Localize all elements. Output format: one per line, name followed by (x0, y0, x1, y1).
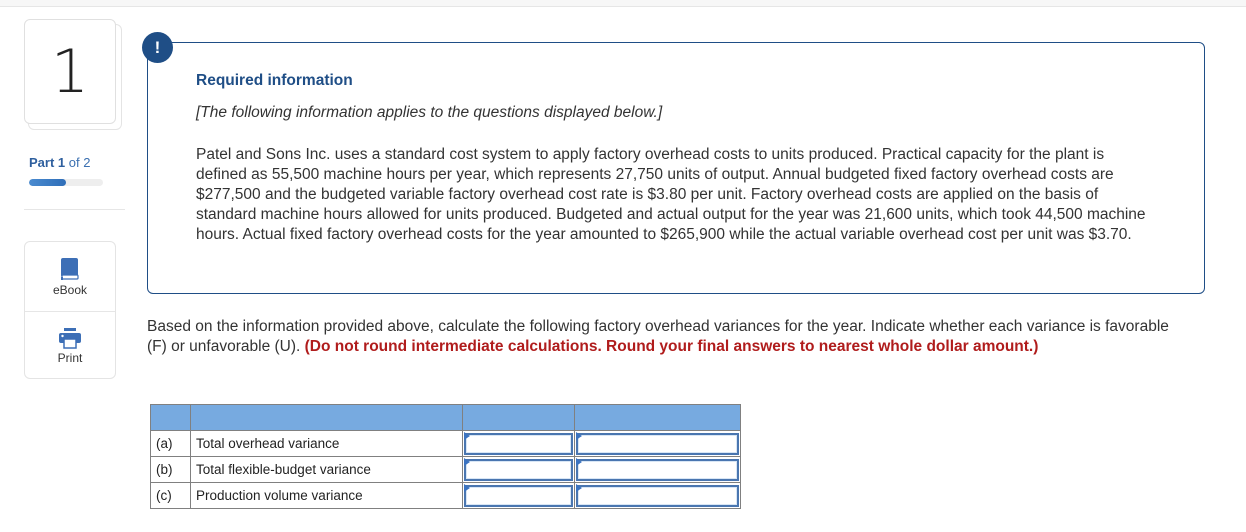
alert-icon: ! (142, 32, 173, 63)
ebook-button[interactable]: eBook (25, 242, 115, 311)
amount-input[interactable] (464, 432, 573, 455)
ebook-label: eBook (52, 282, 88, 297)
row-letter: (a) (150, 430, 191, 457)
table-header-row (150, 404, 741, 431)
input-flag-icon (464, 432, 470, 440)
header-cell (150, 404, 191, 431)
variance-type-select[interactable] (576, 432, 739, 455)
row-label: Total flexible-budget variance (190, 456, 463, 483)
table-row: (a) Total overhead variance (150, 430, 741, 457)
header-cell (574, 404, 741, 431)
header-cell (190, 404, 463, 431)
amount-input[interactable] (464, 458, 573, 481)
instructions-emphasis: (Do not round intermediate calculations.… (304, 338, 1039, 355)
question-number-card: 1 (24, 19, 122, 131)
answer-table: (a) Total overhead variance (b) Total fl… (150, 404, 741, 509)
table-row: (b) Total flexible-budget variance (150, 456, 741, 483)
top-bar (0, 0, 1246, 7)
row-label: Production volume variance (190, 482, 463, 509)
info-subtitle: [The following information applies to th… (196, 104, 663, 121)
question-number: 1 (24, 19, 116, 124)
input-flag-icon (464, 458, 470, 466)
part-progress-bar (29, 179, 103, 186)
part-indicator: Part 1 of 2 (29, 155, 90, 170)
input-flag-icon (464, 484, 470, 492)
part-of: of 2 (68, 155, 91, 170)
variance-type-select[interactable] (576, 458, 739, 481)
amount-input[interactable] (464, 484, 573, 507)
print-label: Print (57, 351, 83, 365)
divider (24, 209, 125, 210)
tools-panel: eBook Print (24, 241, 116, 379)
info-body: Patel and Sons Inc. uses a standard cost… (196, 146, 1146, 243)
input-flag-icon (576, 458, 582, 466)
part-current: 1 (57, 155, 66, 170)
input-flag-icon (576, 484, 582, 492)
header-cell (462, 404, 575, 431)
print-button[interactable]: Print (25, 311, 115, 380)
book-icon (60, 257, 80, 281)
part-progress-fill (29, 179, 66, 186)
row-letter: (b) (150, 456, 191, 483)
row-letter: (c) (150, 482, 191, 509)
variance-type-select[interactable] (576, 484, 739, 507)
row-label: Total overhead variance (190, 430, 463, 457)
printer-icon (58, 327, 82, 349)
table-row: (c) Production volume variance (150, 482, 741, 509)
part-label: Part (29, 155, 55, 170)
instructions: Based on the information provided above,… (147, 317, 1187, 357)
info-title: Required information (196, 72, 353, 89)
input-flag-icon (576, 432, 582, 440)
